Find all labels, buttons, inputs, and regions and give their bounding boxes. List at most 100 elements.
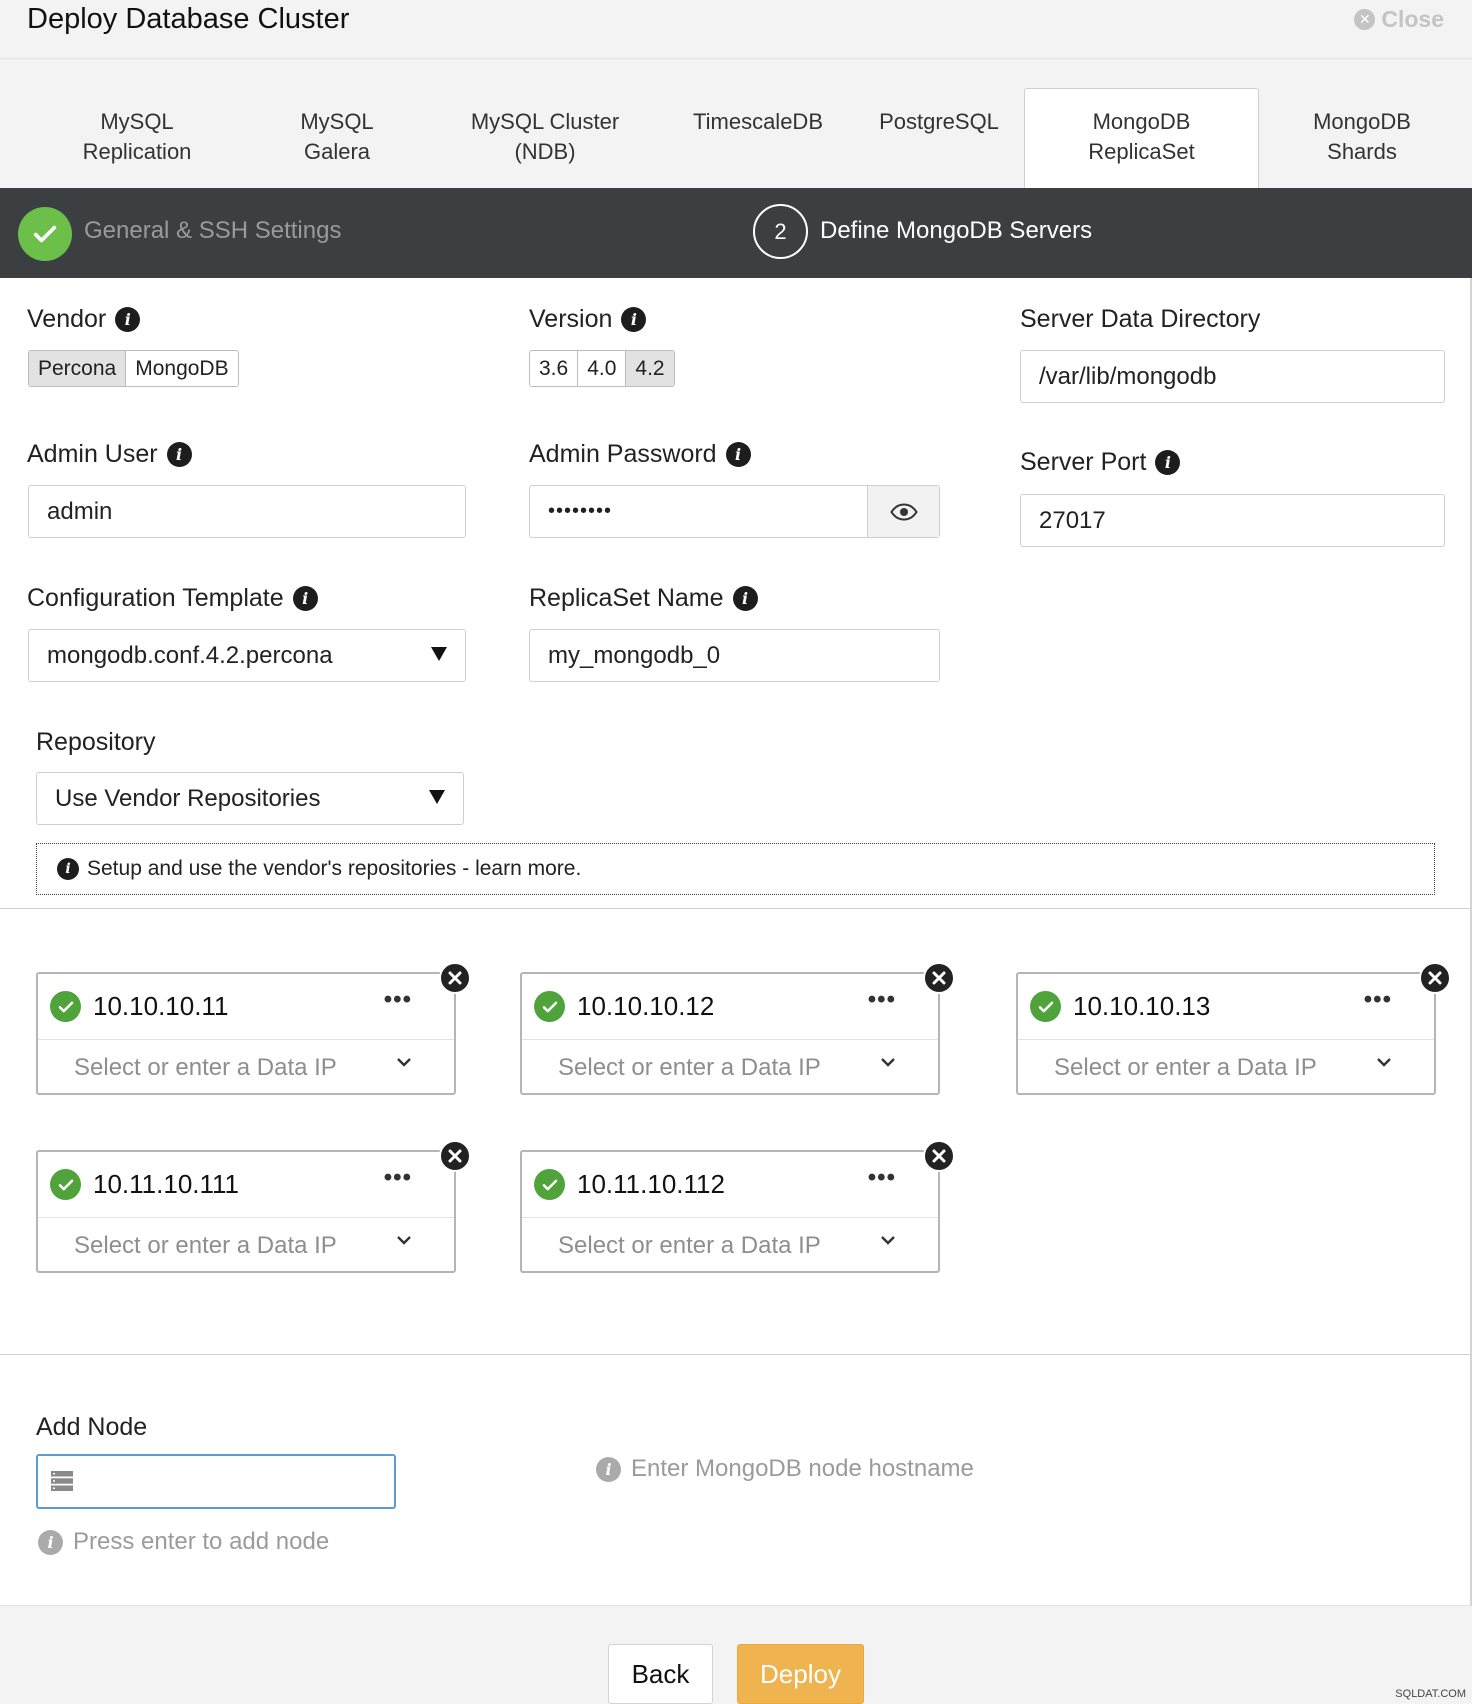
info-icon[interactable]: i <box>725 442 751 467</box>
node-ok-check-icon <box>534 991 565 1022</box>
tab-label: ReplicaSet <box>1088 139 1195 164</box>
tab-mongodb-shards[interactable]: MongoDB Shards <box>1313 107 1411 167</box>
vendor-option-mongodb[interactable]: MongoDB <box>126 351 238 386</box>
chevron-down-icon[interactable] <box>394 1052 414 1072</box>
version-selector: 3.6 4.0 4.2 <box>529 350 675 387</box>
node-ip: 10.11.10.112 <box>577 1169 725 1199</box>
info-icon: i <box>596 1456 621 1482</box>
tab-mysql-replication[interactable]: MySQL Replication <box>83 107 192 167</box>
repository-select[interactable]: Use Vendor Repositories <box>36 772 464 825</box>
chevron-down-icon[interactable] <box>1374 1052 1394 1072</box>
add-node-label: Add Node <box>36 1413 147 1442</box>
data-ip-select[interactable]: Select or enter a Data IP <box>558 1054 821 1082</box>
watermark: SQLDAT.COM <box>1395 1688 1466 1700</box>
server-port-input[interactable]: 27017 <box>1020 494 1445 547</box>
chevron-down-icon[interactable] <box>878 1052 898 1072</box>
more-options-icon[interactable]: ••• <box>868 986 896 1014</box>
tab-label: Galera <box>303 139 371 164</box>
info-icon: i <box>38 1529 63 1555</box>
info-icon[interactable]: i <box>292 586 318 611</box>
remove-node-icon[interactable] <box>1419 962 1451 994</box>
node-ip: 10.10.10.11 <box>93 991 229 1021</box>
admin-user-input[interactable]: admin <box>28 485 466 538</box>
tab-postgresql[interactable]: PostgreSQL <box>879 107 999 137</box>
tab-label: MySQL <box>100 109 174 134</box>
repository-note-text[interactable]: Setup and use the vendor's repositories … <box>87 857 581 881</box>
chevron-down-icon[interactable] <box>878 1230 898 1250</box>
node-ok-check-icon <box>50 1169 81 1200</box>
replicaset-name-input[interactable]: my_mongodb_0 <box>529 629 940 682</box>
tab-label: MongoDB <box>1092 109 1191 134</box>
info-icon[interactable]: i <box>115 307 141 332</box>
config-template-select[interactable]: mongodb.conf.4.2.percona <box>28 629 466 682</box>
tab-mongodb-replicaset[interactable]: MongoDB ReplicaSet <box>1024 88 1259 189</box>
close-label: Close <box>1381 6 1444 32</box>
version-option-4-2[interactable]: 4.2 <box>626 351 674 386</box>
vendor-selector: Percona MongoDB <box>28 350 239 387</box>
config-template-value: mongodb.conf.4.2.percona <box>47 641 333 669</box>
deploy-button[interactable]: Deploy <box>737 1644 864 1704</box>
repository-label: Repository <box>36 728 156 757</box>
add-node-help-text: Press enter to add node <box>73 1528 330 1555</box>
remove-node-icon[interactable] <box>439 1140 471 1172</box>
node-card: 10.11.10.112 ••• Select or enter a Data … <box>520 1140 955 1273</box>
replicaset-name-label-text: ReplicaSet Name <box>529 584 724 612</box>
add-node-hint-text: Enter MongoDB node hostname <box>631 1455 974 1482</box>
deploy-dialog: Deploy Database Cluster ✕ Close MySQL Re… <box>0 0 1472 1704</box>
vendor-option-percona[interactable]: Percona <box>29 351 127 386</box>
vendor-label: Vendor i <box>27 305 141 334</box>
data-ip-select[interactable]: Select or enter a Data IP <box>74 1232 337 1260</box>
admin-password-value: •••••••• <box>548 500 613 522</box>
server-icon <box>51 1471 73 1491</box>
admin-user-label: Admin User i <box>27 440 192 469</box>
repository-value: Use Vendor Repositories <box>55 784 321 812</box>
data-dir-label: Server Data Directory <box>1020 305 1260 334</box>
more-options-icon[interactable]: ••• <box>1364 986 1392 1014</box>
version-option-4-0[interactable]: 4.0 <box>578 351 627 386</box>
data-ip-select[interactable]: Select or enter a Data IP <box>558 1232 821 1260</box>
remove-node-icon[interactable] <box>923 1140 955 1172</box>
vendor-label-text: Vendor <box>27 305 107 333</box>
step-number: 2 <box>753 204 808 259</box>
show-password-eye-icon[interactable] <box>867 486 939 537</box>
back-button[interactable]: Back <box>608 1644 713 1704</box>
info-icon[interactable]: i <box>732 586 758 611</box>
info-icon[interactable]: i <box>166 442 192 467</box>
replicaset-name-value: my_mongodb_0 <box>548 641 721 669</box>
remove-node-icon[interactable] <box>923 962 955 994</box>
dialog-header: Deploy Database Cluster ✕ Close <box>0 0 1472 59</box>
more-options-icon[interactable]: ••• <box>868 1164 896 1192</box>
close-icon: ✕ <box>1354 9 1376 30</box>
repository-label-text: Repository <box>36 728 156 756</box>
info-icon[interactable]: i <box>1155 450 1181 475</box>
chevron-down-icon[interactable] <box>394 1230 414 1250</box>
node-ip: 10.10.10.12 <box>577 991 715 1021</box>
info-icon[interactable]: i <box>621 307 647 332</box>
close-button[interactable]: ✕ Close <box>1354 6 1444 33</box>
more-options-icon[interactable]: ••• <box>384 986 412 1014</box>
data-ip-select[interactable]: Select or enter a Data IP <box>1054 1054 1317 1082</box>
dialog-footer: Back Deploy <box>0 1605 1472 1704</box>
node-ok-check-icon <box>534 1169 565 1200</box>
admin-password-input[interactable]: •••••••• <box>529 485 940 538</box>
divider <box>0 908 1472 909</box>
tab-label: PostgreSQL <box>879 109 999 134</box>
add-node-input[interactable] <box>36 1454 396 1509</box>
version-option-3-6[interactable]: 3.6 <box>530 351 579 386</box>
data-dir-label-text: Server Data Directory <box>1020 305 1261 333</box>
data-ip-select[interactable]: Select or enter a Data IP <box>74 1054 337 1082</box>
data-dir-input[interactable]: /var/lib/mongodb <box>1020 350 1445 403</box>
version-label: Version i <box>529 305 647 334</box>
tab-mysql-cluster-ndb[interactable]: MySQL Cluster (NDB) <box>471 107 619 167</box>
step-complete-check-icon[interactable] <box>18 207 72 261</box>
node-card: 10.11.10.111 ••• Select or enter a Data … <box>36 1140 471 1273</box>
remove-node-icon[interactable] <box>439 962 471 994</box>
info-icon: i <box>57 858 79 880</box>
step-general-ssh[interactable]: General & SSH Settings <box>84 217 341 245</box>
tab-label: Shards <box>1327 139 1397 164</box>
more-options-icon[interactable]: ••• <box>384 1164 412 1192</box>
tab-timescaledb[interactable]: TimescaleDB <box>693 107 823 137</box>
config-template-label-text: Configuration Template <box>27 584 284 612</box>
tab-mysql-galera[interactable]: MySQL Galera <box>300 107 373 167</box>
wizard-steps: General & SSH Settings 2 Define MongoDB … <box>0 188 1472 278</box>
